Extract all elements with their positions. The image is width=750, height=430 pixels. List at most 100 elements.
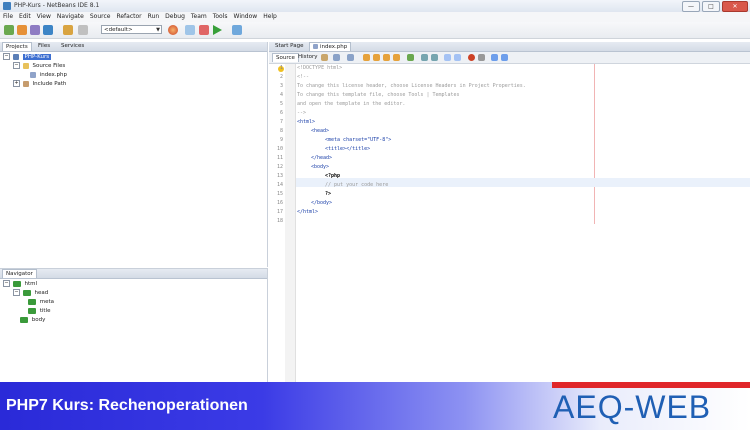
configuration-select[interactable]: <default> ▼ xyxy=(101,25,162,34)
shift-right-icon[interactable] xyxy=(454,54,461,61)
stop-macro-icon[interactable] xyxy=(478,54,485,61)
line-number: 3 xyxy=(279,83,283,89)
code-line[interactable]: <!DOCTYPE html> xyxy=(297,64,342,73)
editor-tabs: Start Page index.php xyxy=(269,42,750,52)
code-line[interactable]: <title></title> xyxy=(325,145,370,154)
nav-item-meta[interactable]: meta xyxy=(28,298,54,306)
tab-index-php[interactable]: index.php xyxy=(309,42,352,51)
code-line[interactable]: <meta charset="UTF-8"> xyxy=(325,136,391,145)
navigator-panel-header: Navigator xyxy=(0,269,267,279)
nav-item-body[interactable]: body xyxy=(20,316,45,324)
menu-navigate[interactable]: Navigate xyxy=(54,12,87,22)
code-line[interactable]: </body> xyxy=(311,199,332,208)
nav-item-title[interactable]: title xyxy=(28,307,51,315)
menu-tools[interactable]: Tools xyxy=(210,12,231,22)
nav-item-head[interactable]: − head xyxy=(13,289,48,297)
new-project-icon[interactable] xyxy=(17,25,27,35)
forward-icon[interactable] xyxy=(347,54,354,61)
back-icon[interactable] xyxy=(333,54,340,61)
toggle-rectangular-selection-icon[interactable] xyxy=(407,54,414,61)
projects-panel-header: Projects Files Services xyxy=(0,42,267,52)
last-edit-icon[interactable] xyxy=(321,54,328,61)
redo-icon[interactable] xyxy=(78,25,88,35)
find-selection-icon[interactable] xyxy=(363,54,370,61)
tree-item-index-php[interactable]: index.php xyxy=(30,71,67,79)
open-project-icon[interactable] xyxy=(30,25,40,35)
menu-file[interactable]: File xyxy=(0,12,16,22)
code-line[interactable]: and open the template in the editor. xyxy=(297,100,405,109)
php-project-icon xyxy=(12,53,19,60)
tree-item-php-kurs[interactable]: − PHP-Kurs xyxy=(3,53,52,61)
code-line[interactable]: <!-- xyxy=(297,73,309,82)
start-macro-icon[interactable] xyxy=(468,54,475,61)
collapse-icon[interactable]: − xyxy=(3,280,10,287)
netbeans-app-icon xyxy=(3,2,11,10)
previous-bookmark-icon[interactable] xyxy=(421,54,428,61)
build-icon[interactable] xyxy=(199,25,209,35)
tree-item-source-files[interactable]: − Source Files xyxy=(13,62,65,70)
tab-services[interactable]: Services xyxy=(58,42,87,51)
code-line[interactable]: <head> xyxy=(311,127,329,136)
menu-run[interactable]: Run xyxy=(145,12,163,22)
tab-navigator[interactable]: Navigator xyxy=(2,269,37,278)
save-all-icon[interactable] xyxy=(43,25,53,35)
new-file-icon[interactable] xyxy=(4,25,14,35)
uncomment-icon[interactable] xyxy=(501,54,508,61)
code-line[interactable]: <body> xyxy=(311,163,329,172)
tab-projects[interactable]: Projects xyxy=(2,42,32,51)
run-icon[interactable] xyxy=(213,25,222,35)
aeq-web-logo: AEQ-WEB xyxy=(553,389,712,425)
code-line[interactable]: ?> xyxy=(325,190,331,199)
code-line[interactable]: To change this template file, choose Too… xyxy=(297,91,460,100)
menu-view[interactable]: View xyxy=(34,12,54,22)
folder-icon xyxy=(22,62,29,69)
menu-team[interactable]: Team xyxy=(188,12,210,22)
html-tag-icon xyxy=(12,280,21,287)
collapse-icon[interactable]: − xyxy=(13,62,20,69)
next-bookmark-icon[interactable] xyxy=(431,54,438,61)
nav-item-label: body xyxy=(31,317,46,323)
tree-item-include-path[interactable]: + Include Path xyxy=(13,80,66,88)
menu-window[interactable]: Window xyxy=(231,12,261,22)
shift-left-icon[interactable] xyxy=(444,54,451,61)
library-icon xyxy=(22,80,29,87)
nav-item-html[interactable]: − html xyxy=(3,280,37,288)
menu-refactor[interactable]: Refactor xyxy=(113,12,144,22)
code-line[interactable]: </html> xyxy=(297,208,318,217)
expand-icon[interactable]: + xyxy=(13,80,20,87)
code-line[interactable]: <?php xyxy=(325,172,340,181)
tab-files[interactable]: Files xyxy=(35,42,53,51)
minimize-button[interactable]: — xyxy=(682,1,700,12)
find-previous-icon[interactable] xyxy=(373,54,380,61)
code-line[interactable]: </head> xyxy=(311,154,332,163)
code-line[interactable]: // put your code here xyxy=(325,181,388,190)
undo-icon[interactable] xyxy=(63,25,73,35)
close-button[interactable]: ✕ xyxy=(722,1,748,12)
code-line[interactable]: --> xyxy=(297,109,306,118)
find-next-icon[interactable] xyxy=(383,54,390,61)
html-tag-icon xyxy=(20,316,28,323)
menu-help[interactable]: Help xyxy=(260,12,280,22)
collapse-icon[interactable]: − xyxy=(3,53,10,60)
menu-source[interactable]: Source xyxy=(87,12,114,22)
menu-edit[interactable]: Edit xyxy=(16,12,34,22)
debug-icon[interactable] xyxy=(232,25,242,35)
browser-icon[interactable] xyxy=(168,25,178,35)
main-toolbar: <default> ▼ xyxy=(0,22,750,39)
toggle-highlight-icon[interactable] xyxy=(393,54,400,61)
menu-debug[interactable]: Debug xyxy=(162,12,188,22)
collapse-icon[interactable]: − xyxy=(13,289,20,296)
line-number: 8 xyxy=(279,128,283,134)
line-number: 4 xyxy=(279,92,283,98)
php-file-icon xyxy=(313,44,318,49)
code-line[interactable]: <html> xyxy=(297,118,315,127)
clean-build-icon[interactable] xyxy=(185,25,195,35)
maximize-button[interactable]: □ xyxy=(702,1,720,12)
tree-item-label: PHP-Kurs xyxy=(22,54,52,60)
window-controls: — □ ✕ xyxy=(682,1,748,12)
comment-icon[interactable] xyxy=(491,54,498,61)
tree-item-label: Source Files xyxy=(32,63,66,69)
tab-history[interactable]: History xyxy=(295,53,321,62)
tab-start-page[interactable]: Start Page xyxy=(272,42,307,51)
code-line[interactable]: To change this license header, choose Li… xyxy=(297,82,526,91)
